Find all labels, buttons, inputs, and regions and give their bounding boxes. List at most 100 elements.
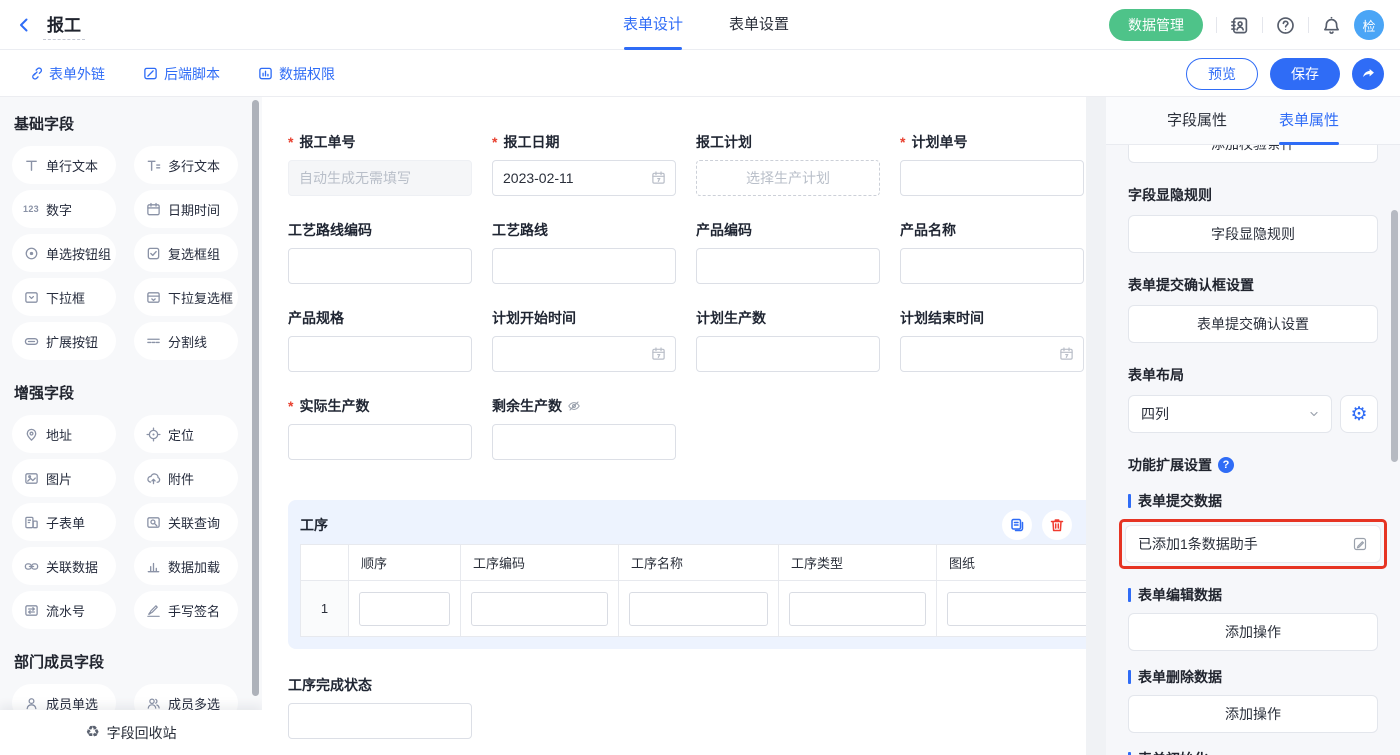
route-code-input[interactable]	[288, 248, 472, 284]
share-button[interactable]	[1352, 58, 1384, 90]
field-remaining-qty[interactable]: 剩余生产数	[492, 396, 676, 460]
page-title[interactable]: 报工	[43, 11, 85, 40]
cell-drawing-input[interactable]	[947, 592, 1086, 626]
col-header-order[interactable]: 顺序	[349, 545, 461, 581]
preview-button[interactable]: 预览	[1186, 58, 1258, 90]
tab-form-design[interactable]: 表单设计	[623, 0, 683, 50]
field-item-image[interactable]: 图片	[12, 459, 116, 497]
back-icon[interactable]	[16, 17, 32, 33]
plan-end-input[interactable]	[900, 336, 1084, 372]
field-plan-qty[interactable]: 计划生产数	[696, 308, 880, 372]
cell-process-name-input[interactable]	[629, 592, 768, 626]
data-manage-button[interactable]: 数据管理	[1109, 9, 1203, 41]
field-item-multi-text[interactable]: 多行文本	[134, 146, 238, 184]
product-spec-input[interactable]	[288, 336, 472, 372]
field-item-signature[interactable]: 手写签名	[134, 591, 238, 629]
edit-data-add-button[interactable]: 添加操作	[1128, 613, 1378, 651]
field-product-name[interactable]: 产品名称	[900, 220, 1084, 284]
col-header-process-name[interactable]: 工序名称	[619, 545, 779, 581]
sidebar-scrollbar[interactable]	[252, 100, 259, 696]
field-item-extend-button[interactable]: 扩展按钮	[12, 322, 116, 360]
col-header-process-type[interactable]: 工序类型	[779, 545, 937, 581]
help-icon[interactable]	[1276, 16, 1295, 35]
col-header-process-code[interactable]: 工序编码	[461, 545, 619, 581]
submit-data-button[interactable]: 已添加1条数据助手	[1125, 525, 1381, 563]
field-product-code[interactable]: 产品编码	[696, 220, 880, 284]
field-item-divider-line[interactable]: 分割线	[134, 322, 238, 360]
cell-process-type-input[interactable]	[789, 592, 926, 626]
report-date-input[interactable]	[492, 160, 676, 196]
field-item-relation-query[interactable]: 关联查询	[134, 503, 238, 541]
field-plan-start-time[interactable]: 计划开始时间	[492, 308, 676, 372]
panel-scrollbar[interactable]	[1391, 210, 1398, 462]
tab-form-properties[interactable]: 表单属性	[1279, 97, 1339, 145]
field-report-plan[interactable]: 报工计划	[696, 132, 880, 196]
field-report-no[interactable]: 报工单号	[288, 132, 472, 196]
field-actual-qty[interactable]: 实际生产数	[288, 396, 472, 460]
save-button[interactable]: 保存	[1270, 58, 1340, 90]
field-item-data-load[interactable]: 数据加载	[134, 547, 238, 585]
external-link-item[interactable]: 表单外链	[28, 64, 105, 84]
field-product-spec[interactable]: 产品规格	[288, 308, 472, 372]
field-route-code[interactable]: 工艺路线编码	[288, 220, 472, 284]
field-item-subform[interactable]: 子表单	[12, 503, 116, 541]
field-item-label: 单行文本	[46, 156, 98, 175]
field-item-datetime[interactable]: 日期时间	[134, 190, 238, 228]
field-item-dropdown[interactable]: 下拉框	[12, 278, 116, 316]
field-plan-end-time[interactable]: 计划结束时间	[900, 308, 1084, 372]
report-no-input[interactable]	[288, 160, 472, 196]
remaining-qty-input[interactable]	[492, 424, 676, 460]
delete-data-add-button[interactable]: 添加操作	[1128, 695, 1378, 733]
add-validation-button[interactable]: 添加校验条件	[1128, 145, 1378, 163]
cell-order-input[interactable]	[359, 592, 450, 626]
question-icon[interactable]: ?	[1218, 457, 1234, 473]
field-item-radio-group[interactable]: 单选按钮组	[12, 234, 116, 272]
plan-start-input[interactable]	[492, 336, 676, 372]
row-index: 1	[301, 581, 349, 637]
field-item-number[interactable]: 123 数字	[12, 190, 116, 228]
address-book-icon[interactable]	[1230, 16, 1249, 35]
copy-button[interactable]	[1002, 510, 1032, 540]
field-item-attachment[interactable]: 附件	[134, 459, 238, 497]
data-permission-item[interactable]: 数据权限	[258, 64, 335, 84]
submit-confirm-title: 表单提交确认框设置	[1128, 275, 1378, 295]
field-item-single-text[interactable]: 单行文本	[12, 146, 116, 184]
col-header-drawing[interactable]: 图纸	[937, 545, 1087, 581]
layout-settings-button[interactable]: ⚙	[1340, 395, 1378, 433]
field-route[interactable]: 工艺路线	[492, 220, 676, 284]
backend-script-item[interactable]: 后端脚本	[143, 64, 220, 84]
notification-bell-icon[interactable]	[1322, 16, 1341, 35]
field-process-status[interactable]: 工序完成状态	[288, 675, 472, 739]
field-item-address[interactable]: 地址	[12, 415, 116, 453]
report-plan-picker[interactable]	[696, 160, 880, 196]
tab-field-properties[interactable]: 字段属性	[1167, 97, 1227, 145]
field-item-checkbox-group[interactable]: 复选框组	[134, 234, 238, 272]
tab-form-settings[interactable]: 表单设置	[729, 0, 789, 50]
form-canvas: 报工单号 报工日期 报工计划 计划单号	[262, 97, 1086, 755]
link-chain-icon	[23, 559, 39, 574]
field-item-relation-data[interactable]: 关联数据	[12, 547, 116, 585]
field-item-multi-dropdown[interactable]: 下拉复选框	[134, 278, 238, 316]
plan-qty-input[interactable]	[696, 336, 880, 372]
plan-no-input[interactable]	[900, 160, 1084, 196]
edit-icon[interactable]	[1352, 536, 1368, 552]
cell-process-code-input[interactable]	[471, 592, 608, 626]
subform-process[interactable]: 工序 顺序 工序编码 工序名称	[288, 500, 1086, 649]
signature-pen-icon	[145, 603, 161, 618]
actual-qty-input[interactable]	[288, 424, 472, 460]
submit-confirm-button[interactable]: 表单提交确认设置	[1128, 305, 1378, 343]
field-rules-button[interactable]: 字段显隐规则	[1128, 215, 1378, 253]
process-status-input[interactable]	[288, 703, 472, 739]
field-item-serial-number[interactable]: 流水号	[12, 591, 116, 629]
route-input[interactable]	[492, 248, 676, 284]
delete-data-title: 表单删除数据	[1128, 667, 1378, 687]
field-item-locate[interactable]: 定位	[134, 415, 238, 453]
product-code-input[interactable]	[696, 248, 880, 284]
field-recycle-bin[interactable]: ♻ 字段回收站	[0, 710, 262, 755]
delete-button[interactable]	[1042, 510, 1072, 540]
layout-select[interactable]: 四列	[1128, 395, 1332, 433]
user-avatar[interactable]: 检	[1354, 10, 1384, 40]
field-plan-no[interactable]: 计划单号	[900, 132, 1084, 196]
product-name-input[interactable]	[900, 248, 1084, 284]
field-report-date[interactable]: 报工日期	[492, 132, 676, 196]
